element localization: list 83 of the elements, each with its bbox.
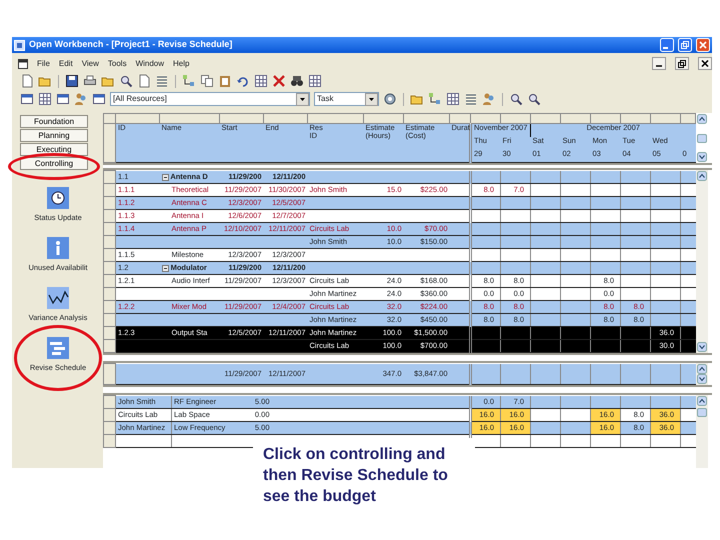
delete-icon[interactable] (272, 74, 286, 88)
window-title: Open Workbench - [Project1 - Revise Schedule] (29, 38, 232, 52)
bar-chart-icon (47, 336, 69, 359)
phase-button[interactable]: Foundation (20, 115, 88, 128)
menu-item[interactable]: View (82, 58, 99, 70)
menu-item[interactable]: Edit (58, 58, 73, 70)
row-selector[interactable] (104, 236, 116, 248)
view-dropdown[interactable]: Task (314, 92, 379, 106)
menu-item[interactable]: Help (173, 58, 190, 70)
restore-icon[interactable] (675, 57, 689, 70)
row-selector[interactable] (104, 196, 116, 210)
scroll-up-icon[interactable] (696, 171, 706, 181)
row-selector[interactable] (104, 434, 116, 448)
window-icon[interactable] (20, 92, 34, 106)
row-selector[interactable] (104, 364, 116, 384)
row-selector[interactable] (104, 340, 116, 352)
close-icon[interactable] (698, 57, 712, 70)
line-chart-icon (47, 286, 69, 309)
row-selector[interactable] (104, 396, 116, 408)
row-selector[interactable] (104, 300, 116, 314)
info-icon (47, 236, 69, 259)
resource-filter-dropdown[interactable]: [All Resources] (110, 92, 310, 106)
row-selector[interactable] (104, 222, 116, 236)
row-selector[interactable] (104, 314, 116, 326)
list-icon[interactable] (464, 92, 478, 106)
undo-icon[interactable] (236, 74, 250, 88)
caret-icon[interactable] (296, 92, 309, 106)
binoculars-icon[interactable] (290, 74, 304, 88)
copy-icon[interactable] (200, 74, 214, 88)
search-icon[interactable] (527, 92, 541, 106)
scroll-down-icon[interactable] (697, 152, 707, 162)
scroll-down-icon[interactable] (696, 342, 706, 352)
document-icon[interactable] (18, 58, 28, 68)
row-selector[interactable] (104, 326, 116, 340)
window-icon[interactable] (92, 92, 106, 106)
phase-button[interactable]: Planning (20, 129, 88, 142)
row-selector[interactable] (104, 248, 116, 262)
scrollbar[interactable] (696, 113, 708, 163)
table-icon[interactable] (308, 74, 322, 88)
window-icon[interactable] (56, 92, 70, 106)
printer-icon[interactable] (83, 74, 97, 88)
scroll-up-icon[interactable] (696, 364, 706, 374)
caret-icon[interactable] (365, 92, 378, 106)
row-selector[interactable] (104, 288, 116, 300)
gear-icon[interactable] (383, 92, 397, 106)
page-icon[interactable] (20, 74, 34, 88)
collapse-icon[interactable] (162, 264, 168, 272)
collapse-icon[interactable] (162, 174, 168, 180)
scrollbar-thumb[interactable] (696, 408, 706, 417)
scrollbar[interactable] (696, 395, 708, 468)
phase-button[interactable]: Controlling (20, 157, 88, 170)
row-selector[interactable] (104, 262, 116, 274)
clipboard-icon[interactable] (218, 74, 232, 88)
phase-button[interactable]: Executing (20, 143, 88, 156)
table-icon[interactable] (254, 74, 268, 88)
tree-icon[interactable] (428, 92, 442, 106)
save-icon[interactable] (65, 74, 79, 88)
scroll-up-icon[interactable] (696, 396, 706, 406)
scroll-up-icon[interactable] (697, 114, 707, 124)
menu-item[interactable]: Tools (108, 58, 127, 70)
scrollbar-thumb[interactable] (697, 134, 707, 142)
row-selector[interactable] (104, 408, 116, 422)
app-icon (14, 40, 25, 50)
tree-icon[interactable] (182, 74, 196, 88)
menu-item[interactable]: Window (136, 58, 164, 70)
table-icon[interactable] (38, 92, 52, 106)
scroll-down-icon[interactable] (696, 374, 706, 384)
clock-icon (47, 186, 69, 209)
scrollbar[interactable] (696, 363, 708, 385)
search-icon[interactable] (509, 92, 523, 106)
table-icon[interactable] (446, 92, 460, 106)
minimize-icon[interactable] (652, 57, 666, 70)
row-selector[interactable] (104, 422, 116, 434)
menu-item[interactable]: File (37, 58, 50, 70)
row-selector[interactable] (104, 170, 116, 184)
row-selector[interactable] (104, 184, 116, 196)
page-icon[interactable] (137, 74, 151, 88)
row-selector[interactable] (104, 124, 116, 162)
list-icon[interactable] (155, 74, 169, 88)
row-selector[interactable] (104, 274, 116, 288)
search-icon[interactable] (119, 74, 133, 88)
scrollbar[interactable] (696, 170, 708, 353)
row-selector[interactable] (104, 210, 116, 222)
